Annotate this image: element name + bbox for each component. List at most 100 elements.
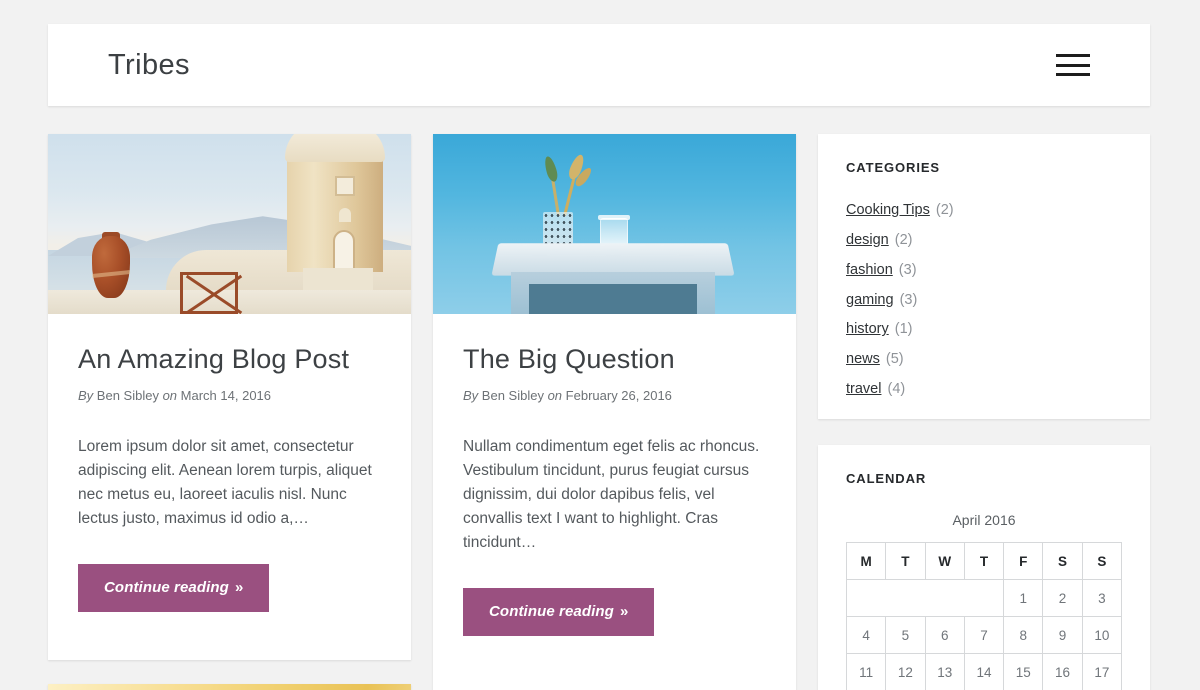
calendar-day: 10 bbox=[1081, 616, 1123, 654]
calendar-day: 14 bbox=[963, 653, 1005, 690]
calendar-weekday: T bbox=[885, 542, 926, 580]
calendar-day: 6 bbox=[924, 616, 965, 654]
site-header: Tribes bbox=[48, 24, 1150, 106]
post-title[interactable]: An Amazing Blog Post bbox=[78, 344, 381, 376]
post-featured-image[interactable] bbox=[48, 684, 411, 690]
calendar-weekday: S bbox=[1081, 542, 1123, 580]
post-featured-image[interactable] bbox=[433, 134, 796, 314]
post-byline: By Ben Sibley on March 14, 2016 bbox=[78, 387, 381, 405]
byline-date: February 26, 2016 bbox=[565, 387, 672, 403]
category-count: (2) bbox=[935, 202, 954, 218]
continue-reading-label: Continue reading bbox=[104, 579, 229, 597]
image-tower-door bbox=[333, 230, 355, 270]
image-railing bbox=[180, 272, 238, 314]
double-chevron-right-icon: » bbox=[234, 579, 244, 597]
list-item: design (2) bbox=[846, 231, 1122, 250]
hamburger-bar-2 bbox=[1056, 63, 1090, 67]
list-item: news (5) bbox=[846, 350, 1122, 369]
calendar-day: 1 bbox=[1003, 579, 1044, 617]
calendar-header-row: M T W T F S S bbox=[845, 542, 1123, 580]
calendar-day: 3 bbox=[1081, 579, 1123, 617]
calendar-table: M T W T F S S 1 2 3 4 5 6 7 8 9 10 11 12… bbox=[845, 542, 1123, 690]
post-excerpt: Lorem ipsum dolor sit amet, consectetur … bbox=[78, 438, 372, 528]
list-item: Cooking Tips (2) bbox=[846, 201, 1122, 220]
byline-by-label: By bbox=[78, 387, 94, 403]
hamburger-bar-1 bbox=[1056, 54, 1090, 57]
image-table-shelf bbox=[529, 284, 697, 314]
calendar-empty-cell bbox=[845, 579, 1005, 617]
calendar-day: 5 bbox=[885, 616, 926, 654]
category-link[interactable]: fashion bbox=[846, 262, 893, 278]
post-title[interactable]: The Big Question bbox=[463, 344, 766, 376]
post-card: The Big Question By Ben Sibley on Februa… bbox=[433, 134, 796, 690]
calendar-weekday: M bbox=[845, 542, 887, 580]
category-link[interactable]: travel bbox=[846, 381, 881, 397]
double-chevron-right-icon: » bbox=[619, 603, 629, 621]
continue-reading-button[interactable]: Continue reading » bbox=[78, 564, 270, 613]
calendar-day: 16 bbox=[1042, 653, 1083, 690]
list-item: gaming (3) bbox=[846, 291, 1122, 310]
category-link[interactable]: history bbox=[846, 321, 889, 337]
image-table-top bbox=[491, 243, 735, 276]
category-link[interactable]: design bbox=[846, 232, 889, 248]
list-item: history (1) bbox=[846, 320, 1122, 339]
calendar-day: 15 bbox=[1003, 653, 1044, 690]
table-row: 11 12 13 14 15 16 17 bbox=[845, 653, 1123, 690]
calendar-day: 8 bbox=[1003, 616, 1044, 654]
post-card bbox=[48, 684, 411, 690]
category-count: (5) bbox=[885, 351, 904, 368]
calendar-widget: CALENDAR April 2016 M T W T F S S 1 2 3 … bbox=[818, 445, 1150, 690]
image-urn bbox=[92, 236, 130, 298]
byline-on-label: on bbox=[547, 387, 563, 403]
page-root: Tribes An Amazing Blog Post By Ben Sible… bbox=[0, 0, 1200, 690]
byline-by-label: By bbox=[463, 387, 479, 403]
calendar-day: 9 bbox=[1042, 616, 1083, 654]
category-link[interactable]: Cooking Tips bbox=[846, 202, 930, 218]
calendar-weekday: W bbox=[924, 542, 965, 580]
calendar-day: 7 bbox=[963, 616, 1005, 654]
calendar-weekday: F bbox=[1003, 542, 1044, 580]
calendar-weekday: S bbox=[1042, 542, 1083, 580]
widget-title: CALENDAR bbox=[846, 471, 927, 486]
categories-list: Cooking Tips (2) design (2) fashion (3) … bbox=[846, 201, 1122, 399]
image-pot-pattern bbox=[543, 212, 573, 246]
category-link[interactable]: gaming bbox=[846, 292, 894, 308]
post-body: An Amazing Blog Post By Ben Sibley on Ma… bbox=[48, 314, 411, 613]
site-title[interactable]: Tribes bbox=[108, 50, 190, 80]
category-count: (1) bbox=[894, 321, 913, 338]
calendar-caption: April 2016 bbox=[952, 512, 1016, 528]
table-row: 4 5 6 7 8 9 10 bbox=[845, 616, 1123, 654]
list-item: fashion (3) bbox=[846, 261, 1122, 280]
calendar-day: 11 bbox=[845, 653, 887, 690]
category-count: (3) bbox=[898, 261, 917, 278]
continue-reading-button[interactable]: Continue reading » bbox=[463, 588, 655, 637]
post-byline: By Ben Sibley on February 26, 2016 bbox=[463, 387, 766, 405]
byline-on-label: on bbox=[162, 387, 178, 403]
continue-reading-label: Continue reading bbox=[489, 603, 614, 621]
calendar-day: 12 bbox=[885, 653, 926, 690]
category-link[interactable]: news bbox=[846, 351, 880, 367]
calendar-weekday: T bbox=[963, 542, 1005, 580]
post-card: An Amazing Blog Post By Ben Sibley on Ma… bbox=[48, 134, 411, 660]
byline-author[interactable]: Ben Sibley bbox=[482, 388, 544, 403]
hamburger-menu-icon[interactable] bbox=[1056, 52, 1090, 78]
byline-date: March 14, 2016 bbox=[180, 387, 272, 403]
post-excerpt: Nullam condimentum eget felis ac rhoncus… bbox=[463, 438, 760, 552]
hamburger-bar-3 bbox=[1056, 73, 1090, 76]
category-count: (3) bbox=[899, 291, 918, 308]
image-tower-window bbox=[335, 176, 355, 196]
post-featured-image[interactable] bbox=[48, 134, 411, 314]
calendar-day: 2 bbox=[1042, 579, 1083, 617]
calendar-day: 4 bbox=[845, 616, 887, 654]
image-plant-leaf bbox=[542, 155, 560, 183]
calendar-day: 13 bbox=[924, 653, 965, 690]
post-body: The Big Question By Ben Sibley on Februa… bbox=[433, 314, 796, 637]
table-row: 1 2 3 bbox=[845, 579, 1123, 617]
calendar-day: 17 bbox=[1081, 653, 1123, 690]
image-tower-notch bbox=[339, 208, 351, 222]
categories-widget: CATEGORIES Cooking Tips (2) design (2) f… bbox=[818, 134, 1150, 419]
category-count: (2) bbox=[894, 231, 913, 248]
list-item: travel (4) bbox=[846, 380, 1122, 399]
byline-author[interactable]: Ben Sibley bbox=[97, 388, 159, 403]
category-count: (4) bbox=[887, 381, 906, 398]
